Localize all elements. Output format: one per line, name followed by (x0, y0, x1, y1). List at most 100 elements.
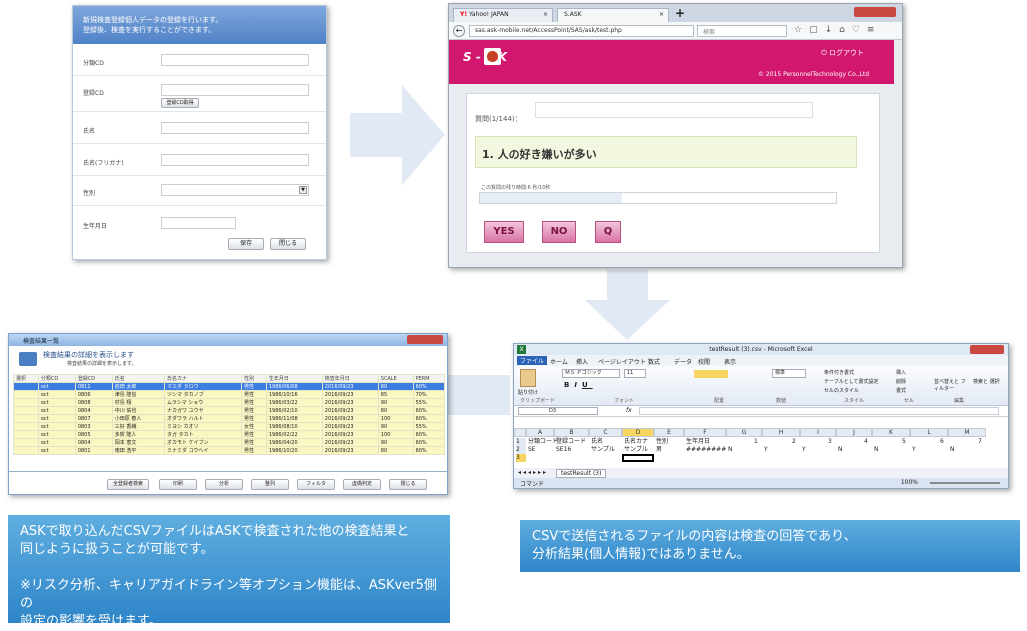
row-header[interactable]: 2 (516, 446, 526, 454)
spreadsheet-cell[interactable]: ######## (686, 446, 726, 454)
table-row[interactable]: oct 0808 村島 翔ムラシマ ショウ 男性 1986/03/22 2016/09/2… (13, 398, 446, 407)
q-button[interactable]: Q (595, 221, 621, 243)
column-header[interactable]: C (589, 428, 622, 437)
conditional-format-button[interactable]: 条件付き書式 (824, 369, 854, 376)
font-size-select[interactable]: 11 (624, 369, 646, 378)
spreadsheet-cell[interactable]: 男 (656, 446, 662, 454)
close-button[interactable]: 閉じる (270, 238, 306, 250)
list-action-button[interactable]: 整列 (251, 479, 289, 490)
zoom-level[interactable]: 100% (901, 479, 918, 486)
column-header[interactable]: D (622, 428, 654, 437)
yes-button[interactable]: YES (484, 221, 524, 243)
column-header[interactable]: H (762, 428, 800, 437)
name-box[interactable]: D3 (518, 407, 598, 415)
category-code-field[interactable] (161, 54, 309, 66)
window-controls[interactable] (854, 7, 896, 17)
column-header[interactable]: L (910, 428, 948, 437)
column-header[interactable]: A (526, 428, 554, 437)
font-name-select[interactable]: ＭＳ Ｐゴシック (562, 369, 620, 378)
spreadsheet-cell[interactable]: 6 (940, 438, 944, 446)
paste-icon[interactable] (520, 369, 536, 387)
sort-filter-button[interactable]: 並べ替えと フィルター (934, 378, 970, 392)
back-icon[interactable]: ← (453, 25, 465, 37)
table-row[interactable]: oct 0807 小田原 春人 オダワラ ハルト 男性 1986/11/08 2016/09… (13, 414, 446, 423)
spreadsheet-cell[interactable]: 1 (754, 438, 758, 446)
spreadsheet-cell[interactable]: 7 (978, 438, 982, 446)
list-action-button[interactable]: 閉じる (389, 479, 427, 490)
excel-menu-tab[interactable]: 挿入 (576, 357, 588, 366)
close-icon[interactable]: × (543, 11, 548, 18)
spreadsheet-cell[interactable]: 分類コード (528, 438, 558, 446)
search-input[interactable]: 検索 (697, 25, 787, 37)
table-row[interactable]: oct 0806 津島 隆信 ツシマ タカノブ 男性 1986/10/16 2016/09/… (13, 390, 446, 399)
column-header[interactable]: 分類CD (37, 374, 76, 383)
excel-menu-tab[interactable]: 表示 (724, 357, 736, 366)
table-row[interactable]: oct 0804 中川 佑也 ナカガワ ユウヤ 男性 1986/02/10 2016/09/… (13, 406, 446, 415)
row-header[interactable]: 3 (516, 454, 526, 462)
column-header[interactable]: PERM (412, 374, 446, 383)
spreadsheet-cell[interactable]: サンプル (591, 446, 615, 454)
column-header[interactable]: E (654, 428, 684, 437)
row-header[interactable]: 1 (516, 438, 526, 446)
column-header[interactable]: 氏名カナ (164, 374, 242, 383)
list-action-button[interactable]: 虚偽判定 (343, 479, 381, 490)
active-cell[interactable] (622, 454, 654, 462)
column-header[interactable]: 検査年月日 (321, 374, 379, 383)
column-header[interactable]: I (800, 428, 836, 437)
get-registration-code-button[interactable]: 登録CD取得 (161, 98, 199, 108)
format-as-table-button[interactable]: テーブルとして書式設定 (824, 378, 879, 385)
spreadsheet-cell[interactable]: Y (802, 446, 806, 454)
spreadsheet-cell[interactable]: 性別 (656, 438, 668, 446)
number-format-select[interactable]: 標準 (772, 369, 806, 378)
sheet-tab[interactable]: testResult (3) (556, 469, 607, 478)
window-controls[interactable] (970, 345, 1004, 354)
no-button[interactable]: NO (542, 221, 576, 243)
table-row[interactable]: oct 0811 前田 太郎 マエダ タロウ 男性 1986/06/08 2016/09/2… (13, 382, 446, 391)
name-field[interactable] (161, 122, 309, 134)
list-action-button[interactable]: 分析 (205, 479, 243, 490)
column-header[interactable]: B (554, 428, 589, 437)
spreadsheet-cell[interactable]: 氏名 (591, 438, 603, 446)
format-button[interactable]: 書式 (896, 387, 906, 394)
logout-link[interactable]: ⏻ ログアウト (821, 48, 864, 58)
spreadsheet-cell[interactable]: 4 (864, 438, 868, 446)
spreadsheet-cell[interactable]: 2 (792, 438, 796, 446)
tab-sask[interactable]: S.ASK × (557, 8, 669, 22)
paste-label[interactable]: 貼り付け (518, 389, 538, 396)
column-header[interactable]: K (872, 428, 910, 437)
table-row[interactable]: oct 0803 三好 香織 ミヨシ カオリ 女性 1986/08/10 2016/09/2… (13, 422, 446, 431)
select-all-corner[interactable] (514, 428, 526, 437)
column-header[interactable]: 氏名 (111, 374, 166, 383)
spreadsheet-cell[interactable]: 3 (828, 438, 832, 446)
excel-menu-tab[interactable]: 数式 (648, 357, 660, 366)
excel-menu-tab[interactable]: 校閲 (698, 357, 710, 366)
table-row[interactable]: oct 0805 多賀 隆人 タガ タカト 男性 1986/02/22 2016/09/23… (13, 430, 446, 439)
column-header[interactable]: 性別 (240, 374, 267, 383)
close-icon[interactable]: × (659, 11, 664, 18)
formula-input[interactable] (639, 407, 999, 415)
excel-menu-tab[interactable]: データ (674, 357, 692, 366)
column-header[interactable]: SCALE (377, 374, 414, 383)
spreadsheet-cell[interactable]: N (874, 446, 879, 454)
find-select-button[interactable]: 検索と 選択 (973, 378, 1003, 385)
spreadsheet-cell[interactable]: N (838, 446, 843, 454)
excel-menu-tab[interactable]: ファイル (517, 356, 548, 365)
new-tab-icon[interactable]: + (675, 6, 685, 20)
birthdate-field[interactable] (161, 217, 236, 229)
table-row[interactable]: oct 0801 南田 浩平 ミナミダ コウヘイ 男性 1986/10/20 2016/09… (13, 446, 446, 455)
zoom-slider[interactable] (930, 482, 1000, 484)
column-header[interactable]: 登録CD (74, 374, 113, 383)
spreadsheet-cell[interactable]: N (950, 446, 955, 454)
column-header[interactable]: J (836, 428, 872, 437)
cell-style-button[interactable]: セルのスタイル (824, 387, 859, 394)
column-header[interactable]: F (684, 428, 726, 437)
spreadsheet-grid[interactable]: A B C D E F G H I J K L M 1 2 3 分類コード 登録コード 氏名 氏名カナ 性別 生年月日 1 2… (514, 428, 1008, 464)
font-style-buttons[interactable]: BIU (564, 381, 593, 389)
spreadsheet-cell[interactable]: Y (912, 446, 916, 454)
spreadsheet-cell[interactable]: SE (528, 446, 536, 454)
sheet-nav-icons[interactable]: ◂◂◂▸▸▸ (518, 469, 548, 476)
spreadsheet-cell[interactable]: SE16 (556, 446, 571, 454)
save-button[interactable]: 保存 (228, 238, 264, 250)
spreadsheet-cell[interactable]: 登録コード (556, 438, 586, 446)
gender-select[interactable]: ▼ (161, 184, 309, 196)
